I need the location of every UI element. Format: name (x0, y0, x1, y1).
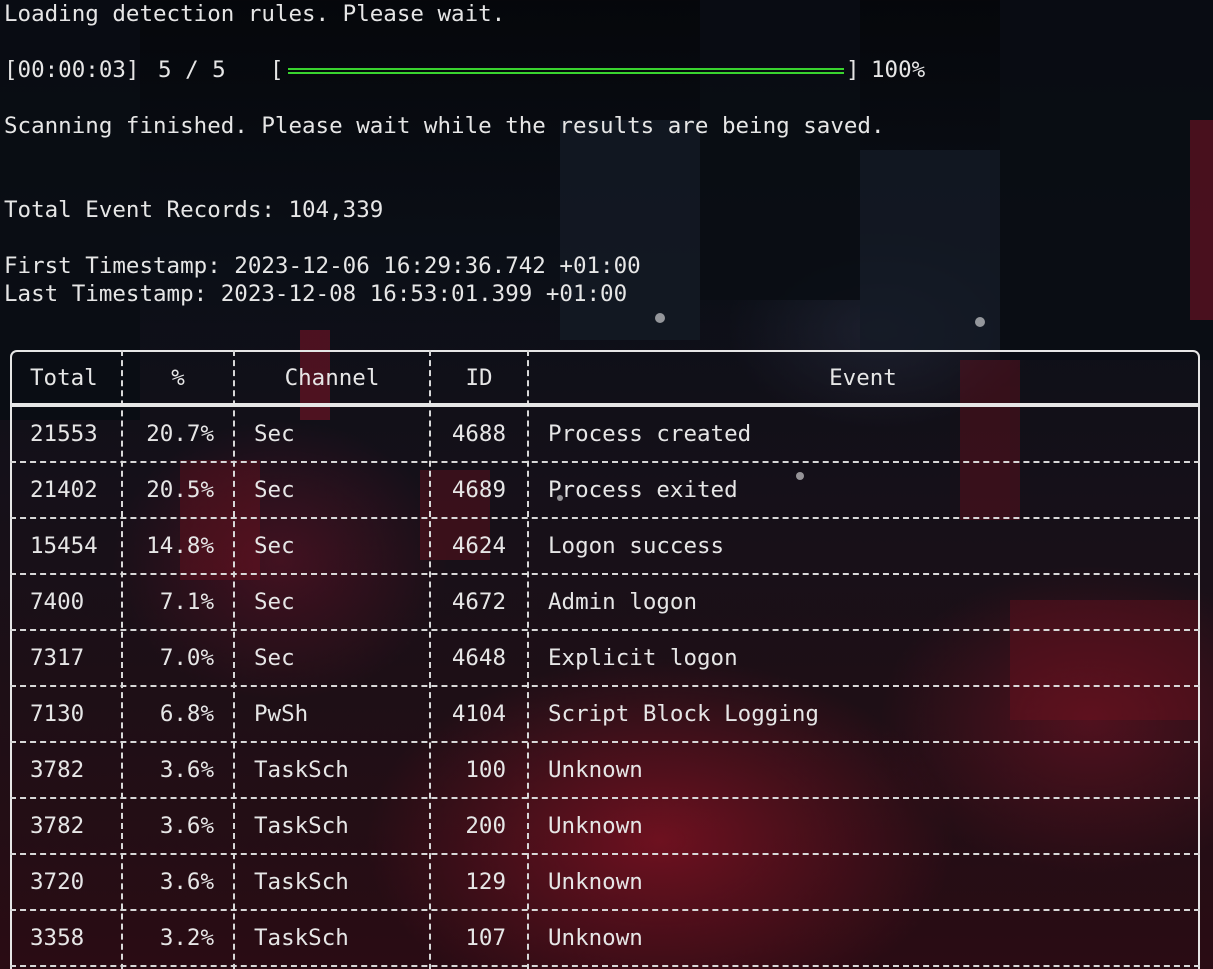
channel-cell: TaskSch (254, 925, 349, 951)
event-id-cell: 129 (465, 869, 506, 895)
table-row: 3720 3.6% TaskSch 129 Unknown (10, 854, 1200, 910)
header-channel: Channel (284, 365, 380, 391)
event-name-cell: Script Block Logging (548, 701, 819, 727)
loading-message: Loading detection rules. Please wait. (4, 1, 506, 27)
total-cell: 21553 (30, 421, 98, 447)
last-timestamp: Last Timestamp: 2023-12-08 16:53:01.399 … (4, 281, 628, 307)
table-row: 3782 3.6% TaskSch 200 Unknown (10, 798, 1200, 854)
event-name-cell: Process created (548, 421, 752, 447)
table-row: 3358 3.2% TaskSch 107 Unknown (10, 910, 1200, 966)
event-name-cell: Explicit logon (548, 645, 738, 671)
progress-bracket-close: ] (846, 57, 860, 83)
channel-cell: Sec (254, 421, 295, 447)
row-separator (10, 965, 1200, 967)
channel-cell: Sec (254, 589, 295, 615)
event-id-cell: 107 (465, 925, 506, 951)
table-row: 7130 6.8% PwSh 4104 Script Block Logging (10, 686, 1200, 742)
percent-cell: 6.8% (159, 701, 214, 727)
elapsed-time: [00:00:03] (4, 57, 140, 83)
event-name-cell: Unknown (548, 869, 643, 895)
total-cell: 7317 (30, 645, 85, 671)
percent-cell: 3.2% (159, 925, 214, 951)
progress-percent: 100% (871, 57, 926, 83)
total-cell: 3782 (30, 813, 85, 839)
percent-cell: 3.6% (159, 869, 214, 895)
event-name-cell: Admin logon (548, 589, 698, 615)
progress-bar-fill (288, 70, 844, 72)
event-id-cell: 4104 (451, 701, 506, 727)
channel-cell: Sec (254, 533, 295, 559)
event-name-cell: Unknown (548, 813, 643, 839)
event-name-cell: Process exited (548, 477, 738, 503)
channel-cell: PwSh (254, 701, 309, 727)
event-id-cell: 4648 (451, 645, 506, 671)
table-row: 7400 7.1% Sec 4672 Admin logon (10, 574, 1200, 630)
channel-cell: TaskSch (254, 813, 349, 839)
total-cell: 3720 (30, 869, 85, 895)
percent-cell: 3.6% (159, 813, 214, 839)
table-header-row: Total % Channel ID Event (10, 350, 1200, 406)
total-cell: 3358 (30, 925, 85, 951)
progress-bar (288, 68, 844, 74)
progress-bracket-open: [ (270, 57, 284, 83)
percent-cell: 7.0% (159, 645, 214, 671)
table-row: 3782 3.6% TaskSch 100 Unknown (10, 742, 1200, 798)
total-event-records: Total Event Records: 104,339 (4, 197, 384, 223)
table-row: 7317 7.0% Sec 4648 Explicit logon (10, 630, 1200, 686)
event-id-cell: 200 (465, 813, 506, 839)
channel-cell: TaskSch (254, 869, 349, 895)
header-total: Total (30, 365, 98, 391)
total-cell: 7400 (30, 589, 85, 615)
table-row: 21553 20.7% Sec 4688 Process created (10, 406, 1200, 462)
percent-cell: 20.7% (146, 421, 214, 447)
total-cell: 7130 (30, 701, 85, 727)
event-id-cell: 4688 (451, 421, 506, 447)
scan-finished-message: Scanning finished. Please wait while the… (4, 113, 885, 139)
channel-cell: TaskSch (254, 757, 349, 783)
event-summary-table: Total % Channel ID Event 21553 20.7% Sec 46… (10, 350, 1200, 969)
total-cell: 15454 (30, 533, 98, 559)
percent-cell: 7.1% (159, 589, 214, 615)
table-row: 21402 20.5% Sec 4689 Process exited (10, 462, 1200, 518)
channel-cell: Sec (254, 477, 295, 503)
total-cell: 21402 (30, 477, 98, 503)
event-name-cell: Logon success (548, 533, 725, 559)
header-id: ID (465, 365, 493, 391)
event-name-cell: Unknown (548, 757, 643, 783)
percent-cell: 14.8% (146, 533, 214, 559)
header-percent: % (171, 365, 185, 391)
progress-count: 5 / 5 (158, 57, 226, 83)
table-row: 15454 14.8% Sec 4624 Logon success (10, 518, 1200, 574)
header-event: Event (829, 365, 897, 391)
first-timestamp: First Timestamp: 2023-12-06 16:29:36.742… (4, 253, 641, 279)
event-id-cell: 4672 (451, 589, 506, 615)
event-id-cell: 100 (465, 757, 506, 783)
event-id-cell: 4624 (451, 533, 506, 559)
total-cell: 3782 (30, 757, 85, 783)
percent-cell: 3.6% (159, 757, 214, 783)
event-id-cell: 4689 (451, 477, 506, 503)
event-name-cell: Unknown (548, 925, 643, 951)
percent-cell: 20.5% (146, 477, 214, 503)
channel-cell: Sec (254, 645, 295, 671)
